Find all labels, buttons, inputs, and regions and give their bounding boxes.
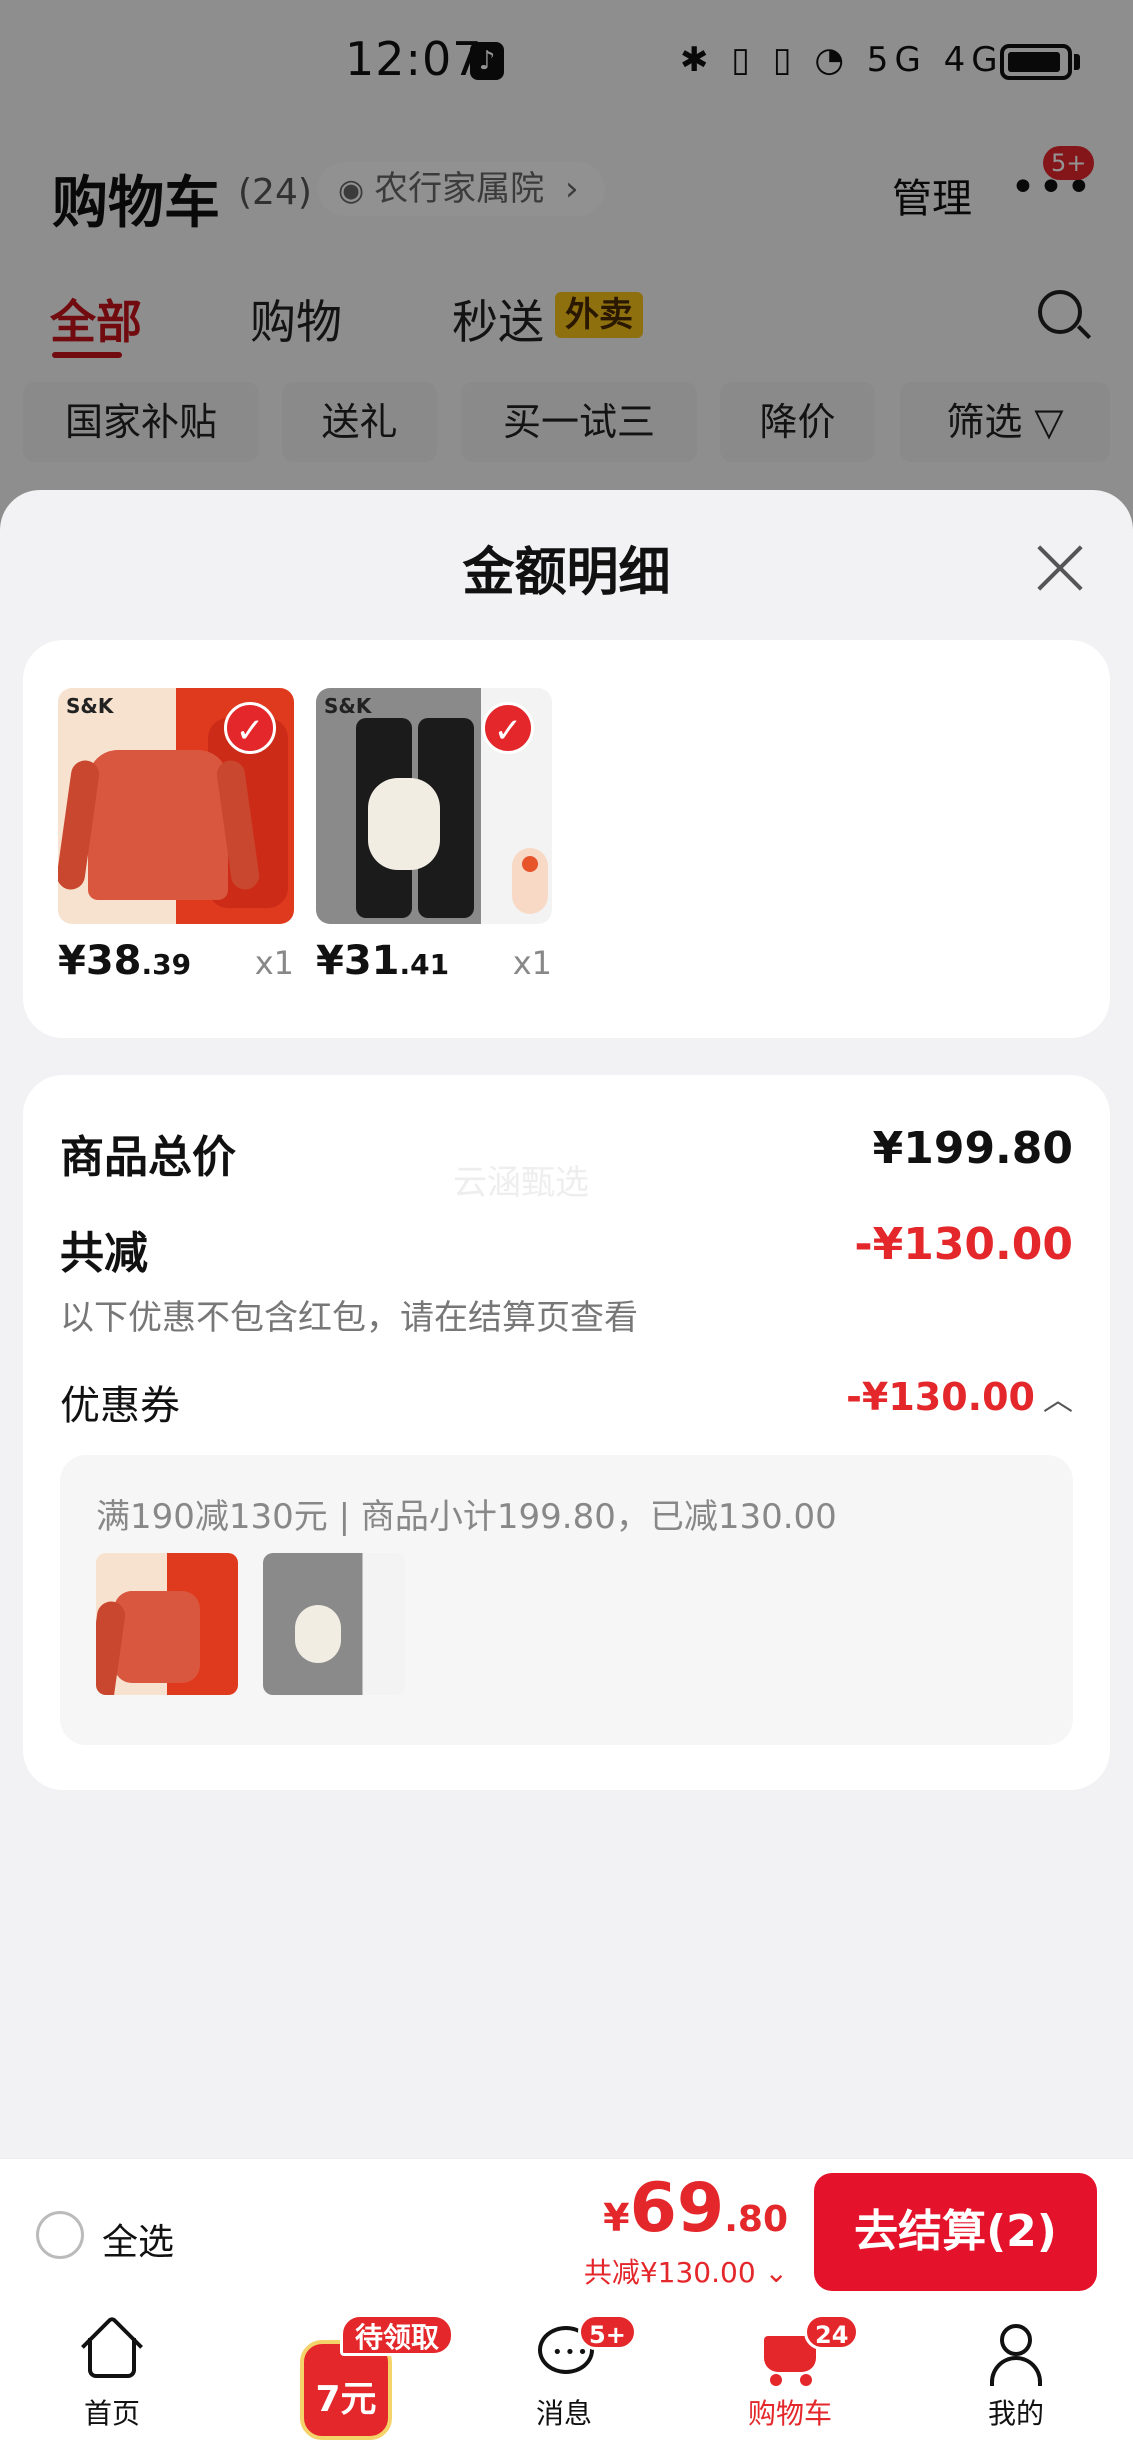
checked-icon: ✓ [224,702,276,754]
message-icon: ••• 5+ [534,2314,637,2382]
tab-me-label: 我的 [987,2397,1044,2430]
product-item[interactable]: S&K ✓ ¥38.39 x1 [58,688,294,984]
coupon-detail: 满190减130元 | 商品小计199.80，已减130.00 [60,1455,1073,1745]
discount-note: 以下优惠不包含红包，请在结算页查看 [60,1298,638,1338]
amount-detail-sheet: 金额明细 S&K ✓ ¥38.39 x1 S&K ✓ ¥31.41 x1 云涵甄… [0,490,1133,2158]
product-price: ¥31.41 [316,938,450,984]
fleece-graphic [368,778,440,870]
total-price-label: 商品总价 [60,1132,236,1183]
coupon-value: -¥130.00 [846,1375,1035,1419]
home-icon [80,2314,144,2382]
brand-logo: S&K [66,694,114,718]
promo-tag: 待领取 [340,2314,455,2356]
user-icon [986,2322,1046,2386]
price-summary-card: 云涵甄选 商品总价 ¥199.80 共减 -¥130.00 以下优惠不包含红包，… [23,1075,1110,1790]
select-all-checkbox[interactable] [36,2211,84,2259]
close-icon[interactable] [1030,540,1086,596]
discount-label: 共减 [60,1228,148,1279]
product-image: S&K ✓ [58,688,294,924]
coupon-product-thumbnail [263,1553,405,1695]
tab-messages[interactable]: ••• 5+ 消息 [484,2314,644,2432]
sheet-title: 金额明细 [462,543,671,603]
messages-badge: 5+ [578,2314,637,2350]
tab-me[interactable]: 我的 [936,2322,1096,2432]
chevron-up-icon: ︿ [1043,1383,1073,1418]
coupon-label: 优惠券 [60,1383,180,1429]
cart-badge: 24 [804,2314,860,2350]
watermark: 云涵甄选 [453,1163,589,1203]
select-all-label[interactable]: 全选 [102,2213,174,2265]
brand-logo: S&K [324,694,372,718]
product-price: ¥38.39 [58,938,192,984]
discount-value: -¥130.00 [854,1219,1073,1270]
checkout-button[interactable]: 去结算(2) [814,2173,1097,2291]
product-image: S&K ✓ [316,688,552,924]
tab-red-packet-promo[interactable]: 7元 待领取 [280,2304,455,2453]
cart-icon: 24 [760,2314,860,2386]
reduced-amount-toggle[interactable]: 共减¥130.00 ⌄ [584,2251,788,2291]
product-item[interactable]: S&K ✓ ¥31.41 x1 [316,688,552,984]
coupon-product-thumbnail [96,1553,238,1695]
sweater-graphic [88,750,228,900]
checked-icon: ✓ [482,702,534,754]
selected-products-card: S&K ✓ ¥38.39 x1 S&K ✓ ¥31.41 x1 [23,640,1110,1038]
total-price-value: ¥199.80 [872,1123,1073,1174]
tab-cart-label: 购物车 [747,2397,832,2430]
tab-home[interactable]: 首页 [32,2314,192,2432]
tab-cart[interactable]: 24 购物车 [710,2314,870,2432]
checkout-bar: 全选 ¥69.80 共减¥130.00 ⌄ 去结算(2) [0,2158,1133,2304]
product-quantity: x1 [254,944,294,982]
tab-messages-label: 消息 [535,2397,592,2430]
tab-home-label: 首页 [83,2397,140,2430]
coupon-rule: 满190减130元 | 商品小计199.80，已减130.00 [96,1497,837,1537]
bottom-tab-bar: 首页 ••• 5+ 消息 24 购物车 我的 [0,2304,1133,2453]
total-amount: ¥69.80 [603,2169,788,2248]
flame-icon [512,848,548,914]
product-quantity: x1 [512,944,552,982]
modal-backdrop[interactable] [0,0,1133,520]
coupon-toggle[interactable]: -¥130.00 ︿ [846,1375,1073,1419]
